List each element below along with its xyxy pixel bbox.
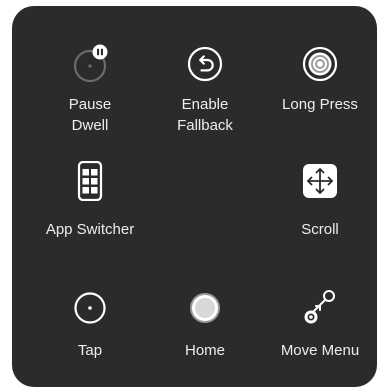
long-press-button[interactable]: Long Press [260, 44, 377, 144]
dwell-timer-pause-icon [70, 44, 110, 84]
back-arrow-circle-icon [185, 44, 225, 84]
home-button-icon [185, 288, 225, 328]
assistive-touch-menu: Pause Dwell Enable Fallback Long Press A… [12, 6, 377, 387]
tap-dot-icon [70, 288, 110, 328]
scroll-label: Scroll [301, 221, 339, 238]
move-menu-icon [300, 288, 340, 328]
scroll-button[interactable]: Scroll [260, 161, 377, 261]
app-switcher-button[interactable]: App Switcher [30, 161, 150, 261]
move-menu-label: Move Menu [280, 342, 360, 359]
app-switcher-label: App Switcher [45, 221, 135, 238]
app-switcher-grid-icon [70, 161, 110, 201]
long-press-label: Long Press [282, 96, 358, 113]
home-button[interactable]: Home [145, 288, 265, 387]
enable-fallback-button[interactable]: Enable Fallback [145, 44, 265, 144]
tap-button[interactable]: Tap [30, 288, 150, 387]
pause-dwell-button[interactable]: Pause Dwell [30, 44, 150, 144]
move-menu-button[interactable]: Move Menu [260, 288, 377, 387]
concentric-circles-icon [300, 44, 340, 84]
move-arrows-icon [300, 161, 340, 201]
enable-fallback-label-line2: Fallback [177, 117, 233, 134]
